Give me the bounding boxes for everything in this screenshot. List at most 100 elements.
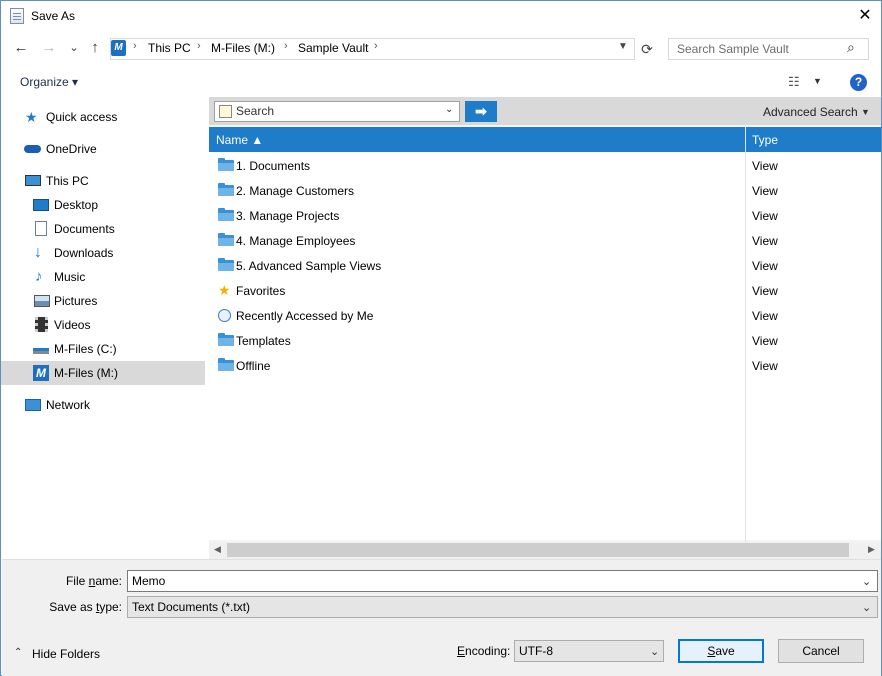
sidebar-item-label: Desktop xyxy=(54,198,99,212)
row-name: 2. Manage Customers xyxy=(236,184,355,198)
folder-icon xyxy=(218,233,234,246)
save-type-value[interactable]: Text Documents (*.txt) xyxy=(132,600,250,614)
advanced-search-dropdown-icon[interactable]: ▼ xyxy=(861,107,870,117)
sidebar-item-documents[interactable]: Documents xyxy=(1,217,205,241)
scrollbar-thumb[interactable] xyxy=(227,543,849,557)
breadcrumb-this-pc[interactable]: This PC xyxy=(148,41,191,55)
chevron-down-icon[interactable]: ⌄ xyxy=(862,601,871,614)
sidebar-item-network[interactable]: Network xyxy=(1,393,205,417)
videos-icon xyxy=(35,317,48,332)
chevron-down-icon[interactable]: ⌄ xyxy=(650,645,659,658)
filename-input[interactable] xyxy=(127,570,878,592)
table-row[interactable]: ★ Favorites View xyxy=(209,278,881,303)
breadcrumb-sample-vault[interactable]: Sample Vault xyxy=(298,41,368,55)
row-type: View xyxy=(752,184,778,198)
forward-button[interactable]: → xyxy=(39,38,59,58)
table-row[interactable]: 5. Advanced Sample Views View xyxy=(209,253,881,278)
scroll-right-icon[interactable]: ▶ xyxy=(868,544,875,555)
column-divider[interactable] xyxy=(745,127,746,152)
table-row[interactable]: Recently Accessed by Me View xyxy=(209,303,881,328)
sidebar-item-label: This PC xyxy=(46,174,89,188)
column-header-type[interactable]: Type xyxy=(752,133,778,147)
folder-icon xyxy=(218,183,234,196)
sidebar-item-label: M-Files (M:) xyxy=(54,366,118,380)
documents-icon xyxy=(35,221,47,236)
notepad-icon xyxy=(10,8,24,24)
table-row[interactable]: 4. Manage Employees View xyxy=(209,228,881,253)
search-go-button[interactable]: ➡ xyxy=(465,101,497,122)
organize-menu[interactable]: Organize ▾ xyxy=(20,75,78,89)
filename-value[interactable]: Memo xyxy=(132,574,165,588)
chevron-up-icon[interactable]: ⌃ xyxy=(14,647,22,658)
sidebar-item-m-files-m[interactable]: M M-Files (M:) xyxy=(1,361,205,385)
column-header-name[interactable]: Name ▲ xyxy=(216,133,263,147)
sidebar-item-this-pc[interactable]: This PC xyxy=(1,169,205,193)
desktop-icon xyxy=(33,199,49,211)
table-row[interactable]: 3. Manage Projects View xyxy=(209,203,881,228)
chevron-down-icon[interactable]: ⌄ xyxy=(862,575,871,588)
save-type-label: Save as type: xyxy=(49,600,122,614)
music-icon: ♪ xyxy=(35,268,43,285)
scroll-left-icon[interactable]: ◀ xyxy=(214,544,221,555)
folder-icon xyxy=(218,258,234,271)
table-row[interactable]: 1. Documents View xyxy=(209,153,881,178)
row-type: View xyxy=(752,359,778,373)
sidebar-item-label: Music xyxy=(54,270,86,284)
cloud-icon xyxy=(24,145,41,153)
mfiles-drive-icon: M xyxy=(33,365,49,381)
row-name: 1. Documents xyxy=(236,159,311,173)
address-dropdown-icon[interactable]: ▼ xyxy=(618,41,628,52)
table-row[interactable]: Offline View xyxy=(209,353,881,378)
sidebar-item-label: Downloads xyxy=(54,246,114,260)
breadcrumb-separator-icon[interactable]: › xyxy=(374,40,378,52)
sidebar-item-music[interactable]: ♪ Music xyxy=(1,265,205,289)
vault-icon: M xyxy=(111,40,126,56)
back-button[interactable]: ← xyxy=(11,38,31,58)
cancel-button[interactable]: Cancel xyxy=(778,639,864,663)
table-row[interactable]: 2. Manage Customers View xyxy=(209,178,881,203)
sidebar-item-onedrive[interactable]: OneDrive xyxy=(1,137,205,161)
help-button[interactable]: ? xyxy=(850,74,867,91)
sidebar-item-pictures[interactable]: Pictures xyxy=(1,289,205,313)
row-type: View xyxy=(752,284,778,298)
save-button[interactable]: Save xyxy=(678,639,764,663)
view-dropdown-icon[interactable]: ▼ xyxy=(813,76,822,86)
sidebar-item-videos[interactable]: Videos xyxy=(1,313,205,337)
breadcrumb-separator-icon[interactable]: › xyxy=(284,40,288,52)
title-bar xyxy=(1,1,881,32)
search-type-icon xyxy=(219,105,232,118)
row-type: View xyxy=(752,309,778,323)
table-row[interactable]: Templates View xyxy=(209,328,881,353)
breadcrumb-separator-icon[interactable]: › xyxy=(133,40,137,52)
advanced-search-button[interactable]: Advanced Search xyxy=(763,105,858,119)
mfiles-search-text: Search xyxy=(236,104,275,118)
recent-locations-button[interactable]: ⌄ xyxy=(64,38,84,58)
column-header-row xyxy=(209,127,881,152)
sidebar-item-label: Documents xyxy=(54,222,115,236)
row-type: View xyxy=(752,234,778,248)
refresh-button[interactable]: ⟳ xyxy=(637,38,657,60)
sidebar-item-label: Network xyxy=(46,398,91,412)
computer-icon xyxy=(25,175,41,186)
breadcrumb-separator-icon[interactable]: › xyxy=(197,40,201,52)
save-as-dialog: Save As ✕ ← → ⌄ ↑ M › This PC › M-Files … xyxy=(0,0,882,676)
row-name: Favorites xyxy=(236,284,286,298)
hide-folders-button[interactable]: Hide Folders xyxy=(32,647,100,661)
close-button[interactable]: ✕ xyxy=(849,1,881,31)
download-icon: ↓ xyxy=(34,244,42,261)
encoding-label: Encoding: xyxy=(457,644,511,658)
breadcrumb-m-files[interactable]: M-Files (M:) xyxy=(211,41,275,55)
sidebar-item-quick-access[interactable]: ★ Quick access xyxy=(1,105,205,129)
encoding-value[interactable]: UTF-8 xyxy=(519,644,553,658)
sidebar-item-m-files-c[interactable]: M-Files (C:) xyxy=(1,337,205,361)
view-options-icon[interactable]: ☷ xyxy=(788,74,800,90)
sidebar-item-downloads[interactable]: ↓ Downloads xyxy=(1,241,205,265)
pictures-icon xyxy=(34,295,50,307)
row-name: 5. Advanced Sample Views xyxy=(236,259,382,273)
up-button[interactable]: ↑ xyxy=(85,38,105,58)
sidebar-item-label: Videos xyxy=(54,318,91,332)
search-placeholder: Search Sample Vault xyxy=(677,42,789,56)
chevron-down-icon[interactable]: ⌄ xyxy=(445,104,453,115)
sidebar-item-desktop[interactable]: Desktop xyxy=(1,193,205,217)
search-icon[interactable]: ⌕ xyxy=(847,39,855,56)
